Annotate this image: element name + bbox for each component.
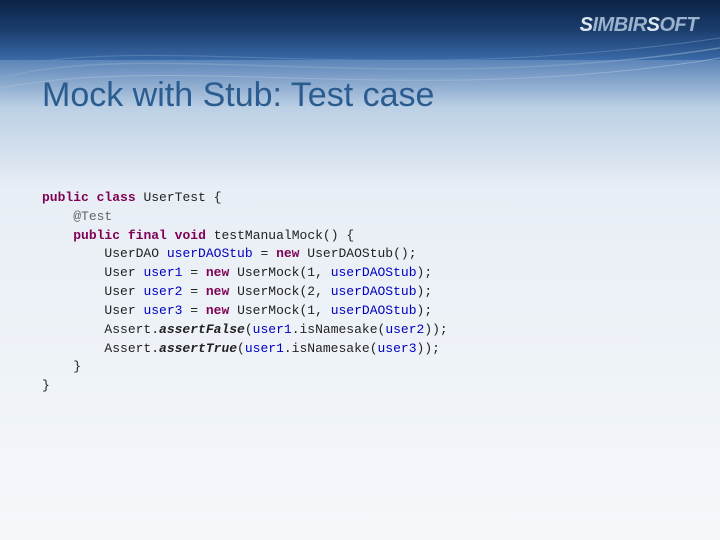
code-line: User user2 = new UserMock(2, userDAOStub… bbox=[42, 284, 432, 299]
code-line: } bbox=[42, 359, 81, 374]
code-line: public class UserTest { bbox=[42, 190, 221, 205]
logo-letter: S bbox=[580, 14, 593, 36]
code-line: Assert.assertTrue(user1.isNamesake(user3… bbox=[42, 341, 440, 356]
brand-logo: SIMBIRSOFT bbox=[580, 14, 698, 37]
code-line: UserDAO userDAOStub = new UserDAOStub(); bbox=[42, 246, 417, 261]
code-block: public class UserTest { @Test public fin… bbox=[42, 170, 448, 396]
logo-text: IMBIR bbox=[592, 14, 646, 36]
code-line: @Test bbox=[42, 209, 112, 224]
code-line: User user1 = new UserMock(1, userDAOStub… bbox=[42, 265, 432, 280]
logo-letter: S bbox=[647, 14, 660, 36]
code-line: } bbox=[42, 378, 50, 393]
code-line: User user3 = new UserMock(1, userDAOStub… bbox=[42, 303, 432, 318]
logo-text: OFT bbox=[660, 14, 699, 36]
slide-title: Mock with Stub: Test case bbox=[42, 76, 434, 115]
code-line: Assert.assertFalse(user1.isNamesake(user… bbox=[42, 322, 448, 337]
code-line: public final void testManualMock() { bbox=[42, 228, 354, 243]
